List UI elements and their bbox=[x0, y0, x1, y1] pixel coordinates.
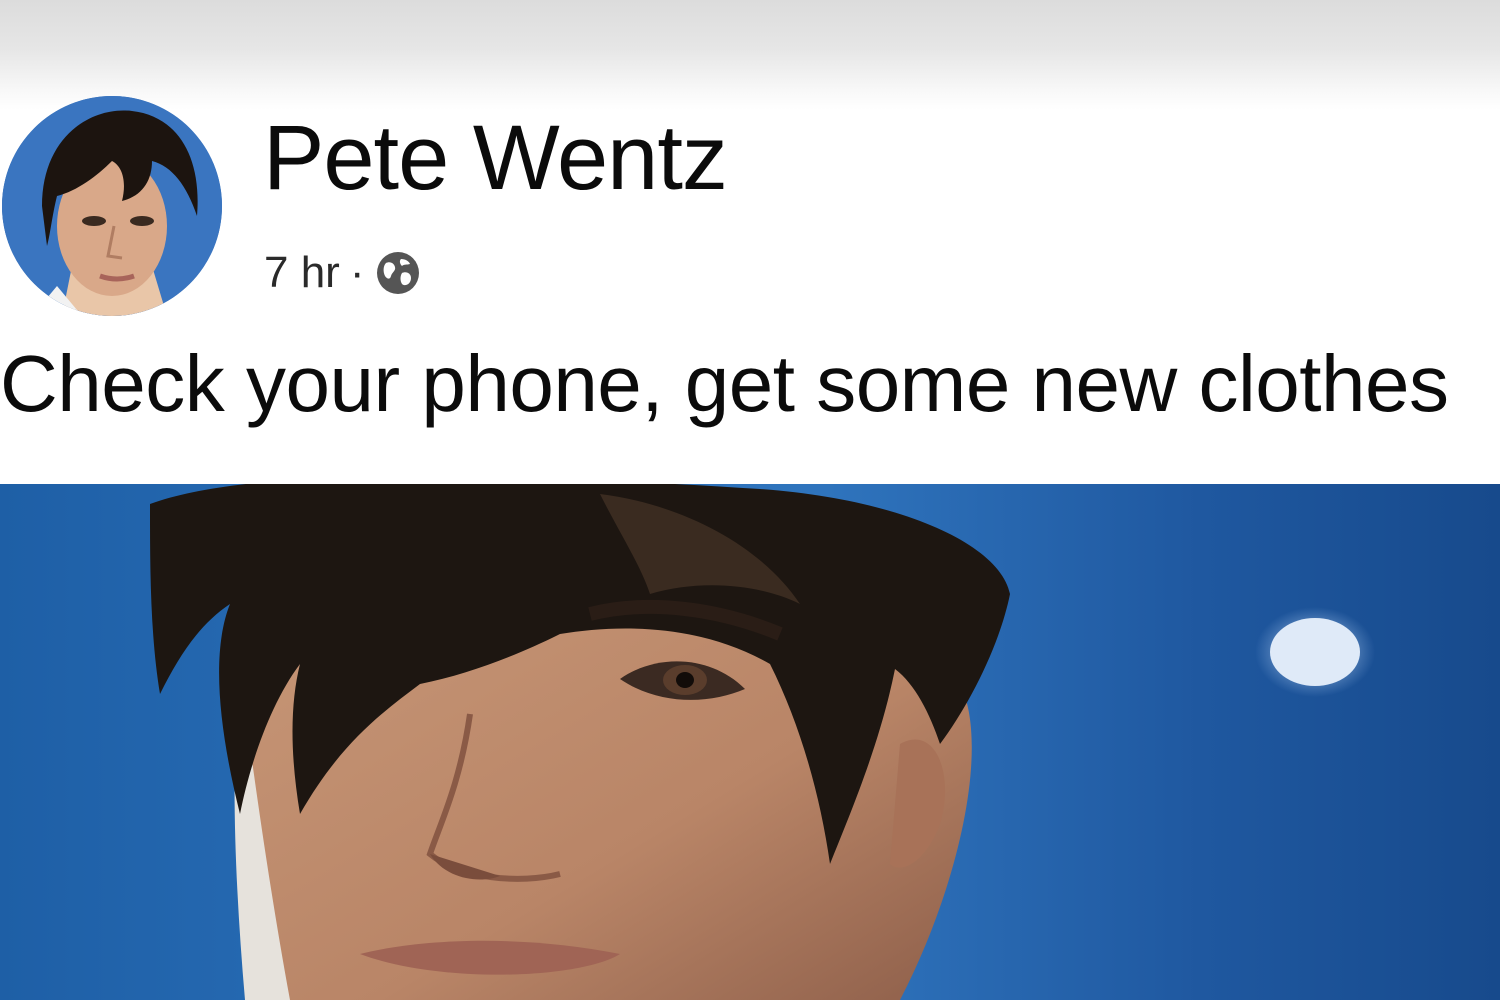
post-timestamp[interactable]: 7 hr bbox=[264, 251, 340, 295]
avatar-image bbox=[2, 96, 222, 316]
post-photo-image bbox=[150, 484, 1375, 1000]
globe-icon[interactable] bbox=[374, 249, 422, 297]
avatar[interactable] bbox=[2, 96, 222, 316]
author-name[interactable]: Pete Wentz bbox=[263, 112, 728, 204]
post-photo[interactable] bbox=[0, 484, 1500, 1000]
post-card: Pete Wentz 7 hr · Check your phone, get … bbox=[0, 0, 1500, 1000]
post-meta: 7 hr · bbox=[264, 248, 422, 298]
post-text: Check your phone, get some new clothes bbox=[0, 339, 1449, 428]
meta-separator: · bbox=[349, 248, 365, 297]
